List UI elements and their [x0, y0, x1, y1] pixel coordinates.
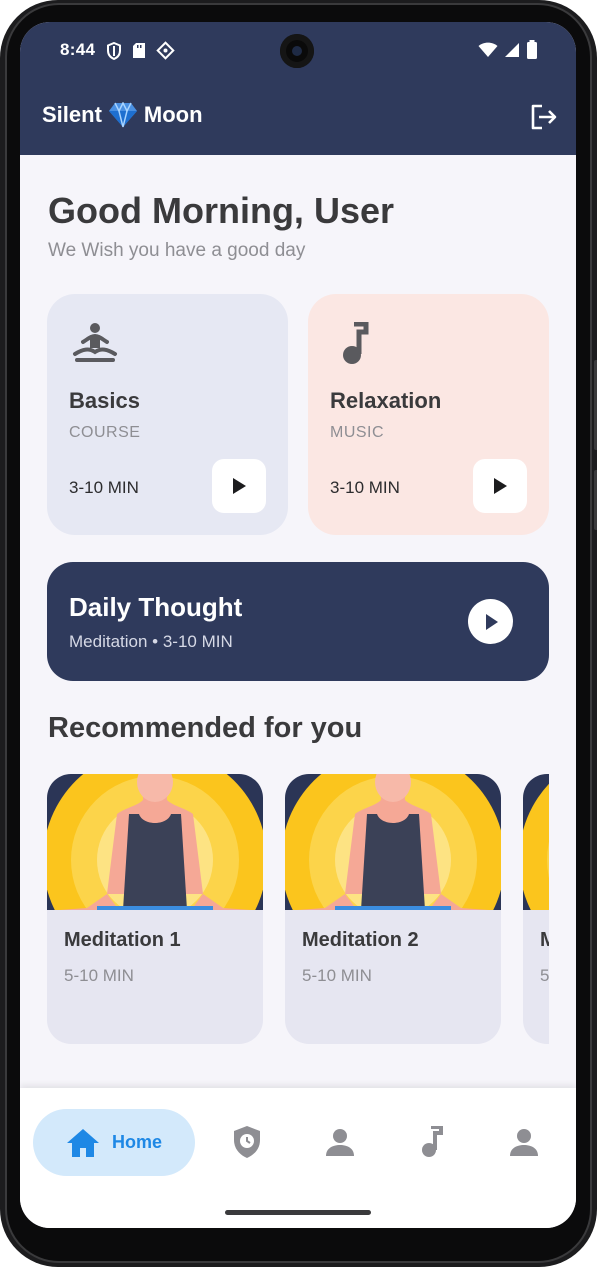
recommended-card[interactable]: Meditation 1 5-10 MIN: [47, 774, 263, 1044]
daily-thought-banner[interactable]: Daily Thought Meditation • 3-10 MIN: [47, 562, 549, 681]
recommended-title: Recommended for you: [48, 712, 363, 744]
signal-icon: [505, 42, 519, 57]
meditation-illustration: [523, 774, 549, 910]
basics-duration: 3-10 MIN: [69, 478, 139, 497]
recommended-card[interactable]: Meditation 3 5-10 MIN: [523, 774, 549, 1044]
battery-icon: [527, 40, 537, 59]
basics-subtitle: COURSE: [69, 424, 141, 441]
gesture-home-indicator[interactable]: [225, 1210, 371, 1215]
nav-shield[interactable]: [229, 1124, 265, 1160]
recommended-card-title: Meditation 1: [64, 929, 181, 951]
recommended-card-duration: 5-10 MIN: [302, 966, 372, 985]
recommended-card-title: Meditation 3: [540, 929, 549, 951]
person-icon: [326, 1129, 354, 1156]
status-icons-right: [478, 40, 538, 59]
home-icon: [66, 1128, 99, 1157]
shield-status-icon: [107, 41, 121, 60]
app-header: 8:44 Silent Moon: [20, 22, 576, 155]
relaxation-play-button[interactable]: [473, 459, 527, 513]
logout-icon: [531, 104, 557, 130]
recommended-carousel[interactable]: Meditation 1 5-10 MIN Meditation 2 5-10 …: [47, 774, 549, 1046]
front-camera: [280, 34, 314, 68]
brand-text-right: Moon: [143, 102, 203, 127]
recommended-card-duration: 5-10 MIN: [540, 966, 549, 985]
phone-device: 8:44 Silent Moon Good Morning, User We W…: [0, 0, 597, 1267]
sd-card-icon: [133, 43, 145, 58]
nav-home-label: Home: [111, 1132, 162, 1152]
shield-clock-icon: [234, 1126, 260, 1158]
relaxation-subtitle: MUSIC: [330, 424, 385, 441]
greeting-title: Good Morning, User: [48, 190, 394, 231]
greeting-subtitle: We Wish you have a good day: [48, 240, 306, 261]
basics-title: Basics: [69, 388, 140, 413]
recommended-card[interactable]: Meditation 2 5-10 MIN: [285, 774, 501, 1044]
recommended-card-duration: 5-10 MIN: [64, 966, 134, 985]
nav-profile[interactable]: [322, 1124, 358, 1160]
wifi-icon: [478, 42, 498, 57]
relaxation-card[interactable]: Relaxation MUSIC 3-10 MIN: [308, 294, 549, 535]
music-note-icon: [332, 321, 380, 366]
meditation-icon: [71, 322, 119, 366]
relaxation-title: Relaxation: [330, 388, 442, 413]
play-icon: [233, 478, 246, 494]
bottom-navigation: Home: [20, 1088, 576, 1228]
status-icons-left: [106, 41, 175, 60]
brand-text-left: Silent: [42, 102, 102, 127]
nav-home[interactable]: Home: [33, 1109, 195, 1176]
nav-music[interactable]: [414, 1124, 450, 1160]
app-screen: 8:44 Silent Moon Good Morning, User We W…: [20, 22, 576, 1228]
app-status-icon: [156, 41, 175, 60]
daily-thought-title: Daily Thought: [69, 592, 243, 622]
play-icon: [485, 613, 498, 630]
meditation-illustration: [285, 774, 501, 910]
person-icon: [510, 1129, 538, 1156]
nav-account[interactable]: [506, 1124, 542, 1160]
app-brand: Silent Moon: [42, 102, 203, 128]
daily-thought-subtitle: Meditation • 3-10 MIN: [69, 632, 233, 651]
music-note-icon: [422, 1126, 443, 1157]
basics-card[interactable]: Basics COURSE 3-10 MIN: [47, 294, 288, 535]
recommended-card-title: Meditation 2: [302, 929, 419, 951]
daily-thought-play-button[interactable]: [468, 599, 513, 644]
status-bar: 8:44: [20, 34, 576, 68]
play-icon: [494, 478, 507, 494]
meditation-illustration: [47, 774, 263, 910]
basics-play-button[interactable]: [212, 459, 266, 513]
status-time: 8:44: [60, 40, 96, 59]
relaxation-duration: 3-10 MIN: [330, 478, 400, 497]
diamond-icon: [108, 102, 137, 128]
logout-button[interactable]: [528, 102, 558, 132]
